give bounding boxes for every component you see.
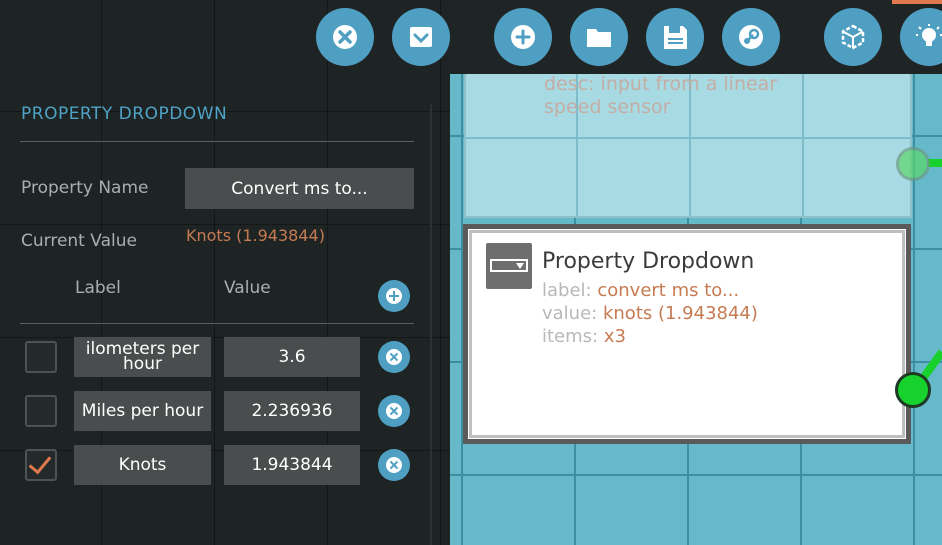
column-value-header: Value xyxy=(224,278,271,298)
add-icon xyxy=(386,288,402,304)
item-3-label-field[interactable]: Knots xyxy=(74,445,211,485)
item-2-checkbox[interactable] xyxy=(25,395,57,427)
property-name-field[interactable]: Convert ms to... xyxy=(185,168,414,209)
node-items-value: x3 xyxy=(603,326,626,347)
close-icon xyxy=(386,457,402,473)
item-1-label-field[interactable]: ilometers per hour xyxy=(74,337,211,377)
item-1-delete-button[interactable] xyxy=(378,341,410,373)
item-2-label-field[interactable]: Miles per hour xyxy=(74,391,211,431)
item-3-checkbox[interactable] xyxy=(25,449,57,481)
title-divider xyxy=(20,141,414,142)
current-value-label: Current Value xyxy=(21,231,137,251)
dropdown-icon xyxy=(486,243,532,289)
close-icon xyxy=(386,403,402,419)
item-3-value-field[interactable]: 1.943844 xyxy=(224,445,360,485)
cube-button[interactable] xyxy=(824,8,882,66)
sensor-output-port[interactable] xyxy=(896,147,930,181)
toolbar xyxy=(316,0,942,74)
add-item-button[interactable] xyxy=(378,280,410,312)
node-title: Property Dropdown xyxy=(542,249,755,274)
panel-title: PROPERTY DROPDOWN xyxy=(21,104,228,124)
header-divider xyxy=(20,323,414,324)
add-icon xyxy=(511,25,535,49)
panel-edge xyxy=(430,104,432,545)
current-value: Knots (1.943844) xyxy=(186,226,325,245)
add-button[interactable] xyxy=(494,8,552,66)
node-items-key: items: xyxy=(542,326,599,347)
steam-button[interactable] xyxy=(722,8,780,66)
node-label-key: label: xyxy=(542,280,592,301)
item-3-delete-button[interactable] xyxy=(378,449,410,481)
accent-bar xyxy=(892,0,942,4)
save-icon xyxy=(664,26,687,49)
checkmark-icon xyxy=(28,450,52,475)
property-dropdown-node[interactable]: Property Dropdown label: convert ms to..… xyxy=(463,224,911,444)
steam-icon xyxy=(739,25,763,49)
save-button[interactable] xyxy=(646,8,704,66)
property-name-label: Property Name xyxy=(21,178,149,198)
open-folder-button[interactable] xyxy=(570,8,628,66)
folder-icon xyxy=(587,29,611,47)
dropdown-input-port[interactable] xyxy=(895,372,931,408)
item-2-value-field[interactable]: 2.236936 xyxy=(224,391,360,431)
node-props: label: convert ms to... value: knots (1.… xyxy=(542,279,758,348)
cube-icon xyxy=(841,24,865,50)
column-label-header: Label xyxy=(75,278,121,298)
close-icon xyxy=(333,25,357,49)
node-value-key: value: xyxy=(542,303,598,324)
node-label-value: convert ms to... xyxy=(597,280,740,301)
lightbulb-icon xyxy=(916,24,942,46)
item-2-delete-button[interactable] xyxy=(378,395,410,427)
node-value-value: knots (1.943844) xyxy=(602,303,758,324)
sensor-node-desc: desc: input from a linear speed sensor xyxy=(544,73,778,118)
inbox-icon xyxy=(410,27,432,47)
inbox-button[interactable] xyxy=(392,8,450,66)
wire-top xyxy=(928,159,942,167)
item-1-value-field[interactable]: 3.6 xyxy=(224,337,360,377)
close-icon xyxy=(386,349,402,365)
close-button[interactable] xyxy=(316,8,374,66)
lightbulb-button[interactable] xyxy=(900,8,942,66)
item-1-checkbox[interactable] xyxy=(25,341,57,373)
